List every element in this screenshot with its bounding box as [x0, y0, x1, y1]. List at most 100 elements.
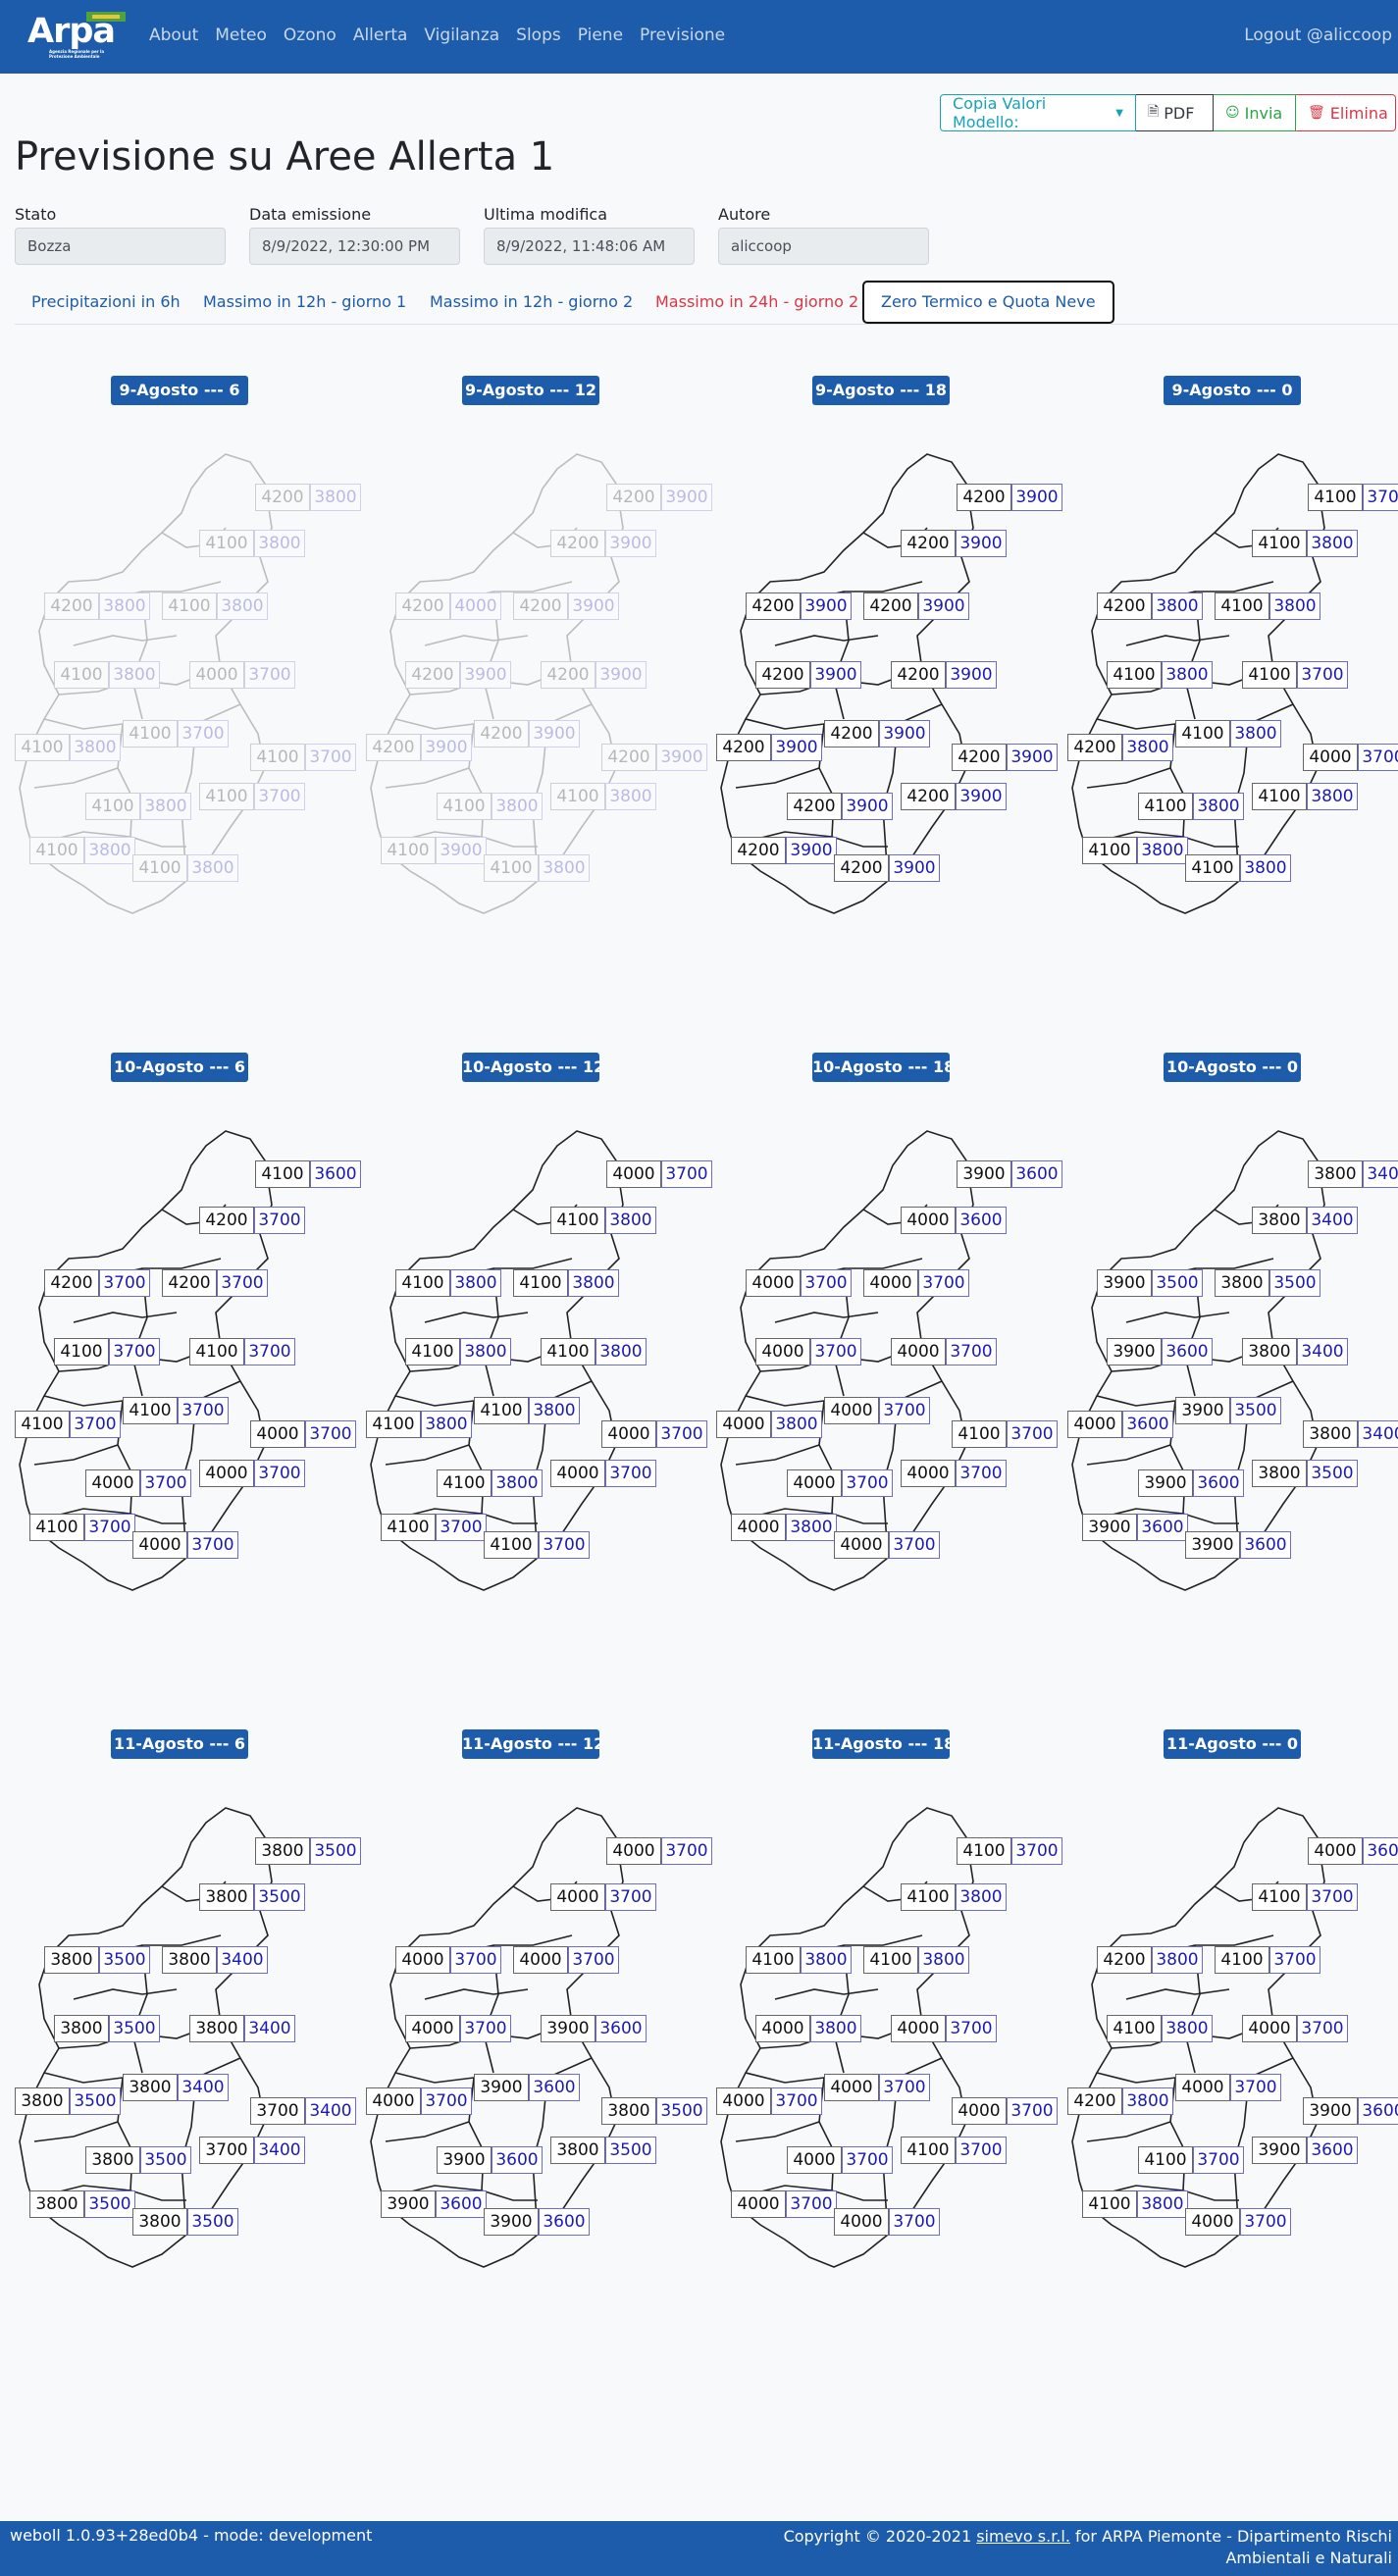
- area-value-pair[interactable]: 38003400: [123, 2074, 229, 2101]
- zero-termico-value[interactable]: 4000: [891, 1338, 946, 1365]
- area-value-pair[interactable]: 3900 3500: [1175, 1397, 1281, 1424]
- zero-termico-value[interactable]: 4100: [132, 854, 187, 882]
- area-value-pair[interactable]: 40003700: [199, 1460, 305, 1487]
- quota-neve-value[interactable]: 3700: [254, 1207, 305, 1234]
- quota-neve-value[interactable]: 3400: [244, 2015, 295, 2042]
- nav-link-previsione[interactable]: Previsione: [640, 26, 725, 45]
- quota-neve-value[interactable]: 3600: [310, 1160, 361, 1188]
- nav-link-ozono[interactable]: Ozono: [284, 26, 337, 45]
- quota-neve-value[interactable]: 3800: [1307, 783, 1358, 810]
- quota-neve-value[interactable]: 3700: [450, 1946, 501, 1974]
- quota-neve-value[interactable]: 3900: [568, 592, 619, 620]
- zero-termico-value[interactable]: 4100: [1242, 661, 1297, 689]
- zero-termico-value[interactable]: 4000: [716, 2087, 771, 2115]
- quota-neve-value[interactable]: 3700: [178, 1397, 229, 1424]
- quota-neve-value[interactable]: 3600: [1363, 1837, 1398, 1865]
- quota-neve-value[interactable]: 3900: [605, 530, 656, 557]
- area-value-pair[interactable]: 39003600: [1252, 2137, 1358, 2164]
- nav-link-about[interactable]: About: [149, 26, 198, 45]
- area-value-pair[interactable]: 4100 3800: [162, 592, 268, 620]
- zero-termico-value[interactable]: 4100: [484, 1531, 539, 1559]
- area-value-pair[interactable]: 41003700: [54, 1338, 160, 1365]
- quota-neve-value[interactable]: 3900: [1007, 744, 1058, 771]
- zero-termico-value[interactable]: 4200: [550, 530, 605, 557]
- area-value-pair[interactable]: 4100 3800: [1107, 2015, 1213, 2042]
- send-button[interactable]: ☺ Invia: [1214, 94, 1296, 131]
- zero-termico-value[interactable]: 4100: [54, 1338, 109, 1365]
- quota-neve-value[interactable]: 3800: [310, 484, 361, 511]
- zero-termico-value[interactable]: 4100: [123, 1397, 178, 1424]
- area-value-pair[interactable]: 4100 3800: [746, 1946, 852, 1974]
- zero-termico-value[interactable]: 3700: [199, 2137, 254, 2164]
- area-value-pair[interactable]: 38003400: [1303, 1420, 1398, 1448]
- quota-neve-value[interactable]: 3500: [99, 1946, 150, 1974]
- quota-neve-value[interactable]: 3700: [436, 1514, 487, 1541]
- quota-neve-value[interactable]: 3700: [244, 1338, 295, 1365]
- quota-neve-value[interactable]: 3500: [187, 2208, 238, 2236]
- simevo-link[interactable]: simevo s.r.l.: [976, 2527, 1070, 2546]
- zero-termico-value[interactable]: 3800: [1215, 1269, 1269, 1297]
- zero-termico-value[interactable]: 4200: [601, 744, 656, 771]
- area-value-pair[interactable]: 4200 3900: [746, 592, 852, 620]
- quota-neve-value[interactable]: 3900: [595, 661, 647, 689]
- area-value-pair[interactable]: 3800 3500: [15, 2087, 121, 2115]
- area-value-pair[interactable]: 40003700: [550, 1460, 656, 1487]
- quota-neve-value[interactable]: 3800: [956, 1883, 1007, 1911]
- quota-neve-value[interactable]: 3900: [436, 837, 487, 864]
- area-value-pair[interactable]: 4100 3900: [381, 837, 487, 864]
- zero-termico-value[interactable]: 3800: [29, 2190, 84, 2218]
- zero-termico-value[interactable]: 4100: [1185, 854, 1240, 882]
- zero-termico-value[interactable]: 3900: [1138, 1469, 1193, 1497]
- zero-termico-value[interactable]: 3900: [437, 2146, 492, 2174]
- zero-termico-value[interactable]: 4200: [606, 484, 661, 511]
- zero-termico-value[interactable]: 3900: [1252, 2137, 1307, 2164]
- zero-termico-value[interactable]: 4200: [901, 530, 956, 557]
- area-value-pair[interactable]: 40003700: [834, 2208, 940, 2236]
- quota-neve-value[interactable]: 3600: [1137, 1514, 1188, 1541]
- zero-termico-value[interactable]: 4000: [250, 1420, 305, 1448]
- area-value-pair[interactable]: 4200 3900: [957, 484, 1062, 511]
- area-value-pair[interactable]: 38003400: [189, 2015, 295, 2042]
- area-value-pair[interactable]: 41003700: [250, 744, 356, 771]
- zero-termico-value[interactable]: 4200: [957, 484, 1011, 511]
- area-value-pair[interactable]: 4100 3800: [1107, 661, 1213, 689]
- area-value-pair[interactable]: 38003400: [162, 1946, 268, 1974]
- quota-neve-value[interactable]: 3700: [656, 1420, 707, 1448]
- area-value-pair[interactable]: 4100 3800: [484, 854, 590, 882]
- area-value-pair[interactable]: 3800 3500: [85, 2146, 191, 2174]
- quota-neve-value[interactable]: 3900: [786, 837, 837, 864]
- quota-neve-value[interactable]: 3700: [1007, 1420, 1058, 1448]
- quota-neve-value[interactable]: 3700: [1011, 1837, 1062, 1865]
- zero-termico-value[interactable]: 4000: [834, 1531, 889, 1559]
- area-value-pair[interactable]: 4100 3800: [199, 530, 305, 557]
- area-value-pair[interactable]: 39003600: [957, 1160, 1062, 1188]
- area-value-pair[interactable]: 41003700: [189, 1338, 295, 1365]
- quota-neve-value[interactable]: 3800: [1240, 854, 1291, 882]
- quota-neve-value[interactable]: 3800: [140, 793, 191, 820]
- zero-termico-value[interactable]: 4100: [85, 793, 140, 820]
- quota-neve-value[interactable]: 3700: [810, 1338, 861, 1365]
- quota-neve-value[interactable]: 3700: [1269, 1946, 1320, 1974]
- quota-neve-value[interactable]: 3800: [771, 1411, 822, 1438]
- zero-termico-value[interactable]: 3900: [957, 1160, 1011, 1188]
- quota-neve-value[interactable]: 3700: [1193, 2146, 1244, 2174]
- nav-link-piene[interactable]: Piene: [578, 26, 623, 45]
- quota-neve-value[interactable]: 3700: [187, 1531, 238, 1559]
- quota-neve-value[interactable]: 4000: [450, 592, 501, 620]
- zero-termico-value[interactable]: 4200: [44, 1269, 99, 1297]
- area-value-pair[interactable]: 38003400: [1242, 1338, 1348, 1365]
- area-value-pair[interactable]: 40003600: [901, 1207, 1007, 1234]
- area-value-pair[interactable]: 39003600: [1082, 1514, 1188, 1541]
- zero-termico-value[interactable]: 4000: [901, 1460, 956, 1487]
- area-value-pair[interactable]: 4200 3800: [255, 484, 361, 511]
- zero-termico-value[interactable]: 4100: [1308, 484, 1363, 511]
- quota-neve-value[interactable]: 3700: [70, 1411, 121, 1438]
- zero-termico-value[interactable]: 4100: [405, 1338, 460, 1365]
- quota-neve-value[interactable]: 3800: [421, 1411, 472, 1438]
- zero-termico-value[interactable]: 4100: [29, 837, 84, 864]
- quota-neve-value[interactable]: 3700: [244, 661, 295, 689]
- zero-termico-value[interactable]: 4100: [366, 1411, 421, 1438]
- quota-neve-value[interactable]: 3700: [801, 1269, 852, 1297]
- area-value-pair[interactable]: 4200 3900: [405, 661, 511, 689]
- zero-termico-value[interactable]: 4000: [1175, 2074, 1230, 2101]
